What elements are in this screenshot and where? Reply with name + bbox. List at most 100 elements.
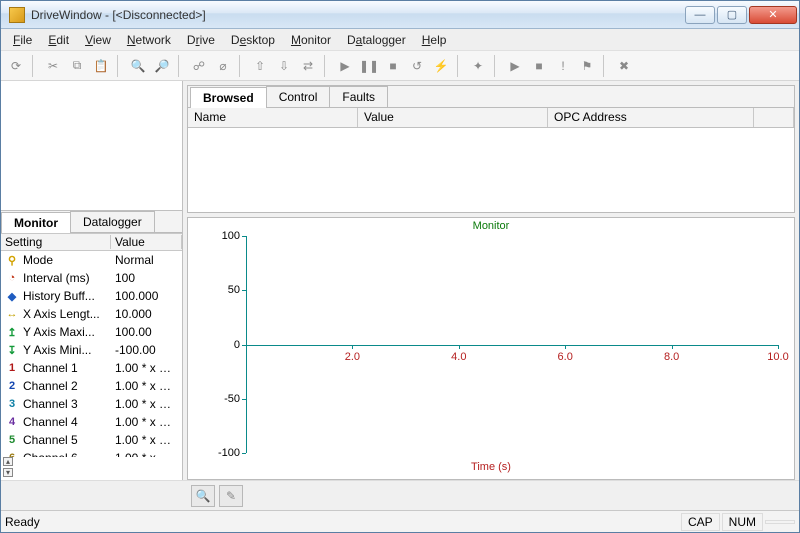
minimize-button[interactable]: —	[685, 6, 715, 24]
bottom-zoom-icon[interactable]: 🔍	[191, 485, 215, 507]
y-tick-label: 50	[228, 284, 246, 296]
settings-row-value: 100.000	[111, 289, 182, 303]
tool-clear-icon[interactable]: ✖	[613, 55, 635, 77]
settings-row[interactable]: 5Channel 51.00 * x + 0.00	[1, 431, 182, 449]
tool-bolt-icon[interactable]: ⚡	[430, 55, 452, 77]
tool-stop-icon[interactable]: ■	[382, 55, 404, 77]
tab-datalogger[interactable]: Datalogger	[70, 211, 155, 232]
bottom-edit-icon[interactable]: ✎	[219, 485, 243, 507]
mini-up-icon[interactable]: ▴	[3, 457, 13, 466]
settings-row[interactable]: 3Channel 31.00 * x + 0.00	[1, 395, 182, 413]
mini-down-icon[interactable]: ▾	[3, 468, 13, 477]
chart-x-label: Time (s)	[188, 461, 794, 473]
col-opc[interactable]: OPC Address	[548, 108, 754, 127]
tool-connect-icon[interactable]: ☍	[188, 55, 210, 77]
menu-view[interactable]: View	[77, 31, 119, 49]
settings-row-label: History Buff...	[23, 289, 95, 303]
settings-list: Setting Value ⚲ Mode Normal ◔ Interval (ms) 1…	[1, 233, 182, 457]
tool-upload-icon[interactable]: ⇧	[249, 55, 271, 77]
settings-row[interactable]: 6Channel 61.00 * x + 0.00	[1, 449, 182, 457]
chart-plot-area: 100500-50-1002.04.06.08.010.0	[246, 236, 778, 453]
x-tick	[565, 345, 566, 349]
title-bar: DriveWindow - [<Disconnected>] — ▢ ✕	[1, 1, 799, 29]
tool-play2-icon[interactable]: ▶	[504, 55, 526, 77]
settings-row-label: Channel 1	[23, 361, 78, 375]
window-title: DriveWindow - [<Disconnected>]	[31, 8, 685, 22]
chart-pane[interactable]: Monitor 100500-50-1002.04.06.08.010.0 Ti…	[187, 217, 795, 480]
tab-browsed[interactable]: Browsed	[190, 87, 267, 108]
menu-datalogger[interactable]: Datalogger	[339, 31, 414, 49]
tool-star-icon[interactable]: ✦	[467, 55, 489, 77]
menu-desktop[interactable]: Desktop	[223, 31, 283, 49]
status-blank	[765, 520, 795, 524]
settings-row[interactable]: ↔X Axis Lengt...10.000	[1, 305, 182, 323]
settings-row-value: 1.00 * x + 0.00	[111, 361, 182, 375]
settings-row-label: Y Axis Mini...	[23, 343, 91, 357]
settings-row[interactable]: ⚲ Mode Normal	[1, 251, 182, 269]
col-value[interactable]: Value	[358, 108, 548, 127]
settings-row[interactable]: ◔Interval (ms)100	[1, 269, 182, 287]
col-name[interactable]: Name	[188, 108, 358, 127]
settings-row[interactable]: 4Channel 41.00 * x + 0.00	[1, 413, 182, 431]
menu-monitor[interactable]: Monitor	[283, 31, 339, 49]
tool-paste-icon[interactable]: 📋	[90, 55, 112, 77]
tool-zoomin-icon[interactable]: 🔍	[127, 55, 149, 77]
menu-file[interactable]: File	[5, 31, 40, 49]
settings-row[interactable]: 2Channel 21.00 * x + 0.00	[1, 377, 182, 395]
x-tick-label: 4.0	[451, 351, 466, 363]
clock-icon: ◔	[5, 271, 19, 285]
chart-title: Monitor	[188, 218, 794, 232]
tab-control[interactable]: Control	[266, 86, 331, 107]
tool-zoomout-icon[interactable]: 🔎	[151, 55, 173, 77]
close-button[interactable]: ✕	[749, 6, 797, 24]
tool-bang-icon[interactable]: !	[552, 55, 574, 77]
tool-download-icon[interactable]: ⇩	[273, 55, 295, 77]
settings-row-value: -100.00	[111, 343, 182, 357]
x-tick	[352, 345, 353, 349]
x-tick	[459, 345, 460, 349]
tool-refresh-icon[interactable]: ⟳	[5, 55, 27, 77]
tool-pause-icon[interactable]: ❚❚	[358, 55, 380, 77]
settings-row[interactable]: ◆ History Buff... 100.000	[1, 287, 182, 305]
settings-row-value: 10.000	[111, 307, 182, 321]
tool-reset-icon[interactable]: ↺	[406, 55, 428, 77]
grid-body[interactable]	[188, 128, 794, 212]
toolbar: ⟳ ✂ ⧉ 📋 🔍 🔎 ☍ ⌀ ⇧ ⇩ ⇄ ▶ ❚❚ ■ ↺ ⚡ ✦ ▶ ■ !…	[1, 51, 799, 81]
tree-view[interactable]	[1, 81, 182, 211]
tool-cut-icon[interactable]: ✂	[42, 55, 64, 77]
settings-row[interactable]: ↧Y Axis Mini...-100.00	[1, 341, 182, 359]
settings-row-label: Interval (ms)	[23, 271, 90, 285]
menu-edit[interactable]: Edit	[40, 31, 77, 49]
settings-row-value: 1.00 * x + 0.00	[111, 397, 182, 411]
tool-mark-icon[interactable]: ⚑	[576, 55, 598, 77]
hdr-value[interactable]: Value	[111, 235, 182, 249]
settings-row-label: Channel 2	[23, 379, 78, 393]
hdr-setting[interactable]: Setting	[1, 235, 111, 249]
settings-row-label: Mode	[23, 253, 53, 267]
menu-bar: File Edit View Network Drive Desktop Mon…	[1, 29, 799, 51]
tool-stop2-icon[interactable]: ■	[528, 55, 550, 77]
tool-disconnect-icon[interactable]: ⌀	[212, 55, 234, 77]
menu-network[interactable]: Network	[119, 31, 179, 49]
tab-monitor[interactable]: Monitor	[1, 212, 71, 233]
cube-icon: ◆	[5, 289, 19, 303]
app-icon	[9, 7, 25, 23]
wand-icon: ⚲	[5, 253, 19, 267]
settings-row[interactable]: ↥Y Axis Maxi...100.00	[1, 323, 182, 341]
x-tick	[672, 345, 673, 349]
tool-copy-icon[interactable]: ⧉	[66, 55, 88, 77]
y-tick-label: -50	[224, 393, 246, 405]
settings-row-value: Normal	[111, 253, 182, 267]
status-bar: Ready CAP NUM	[1, 510, 799, 532]
tool-compare-icon[interactable]: ⇄	[297, 55, 319, 77]
tool-play-icon[interactable]: ▶	[334, 55, 356, 77]
x-tick-label: 10.0	[767, 351, 788, 363]
maximize-button[interactable]: ▢	[717, 6, 747, 24]
menu-drive[interactable]: Drive	[179, 31, 223, 49]
menu-help[interactable]: Help	[414, 31, 455, 49]
settings-row[interactable]: 1Channel 11.00 * x + 0.00	[1, 359, 182, 377]
y-tick-label: 0	[234, 339, 246, 351]
bottom-toolbar: 🔍 ✎	[1, 480, 799, 510]
tab-faults[interactable]: Faults	[329, 86, 388, 107]
app-window: DriveWindow - [<Disconnected>] — ▢ ✕ Fil…	[0, 0, 800, 533]
